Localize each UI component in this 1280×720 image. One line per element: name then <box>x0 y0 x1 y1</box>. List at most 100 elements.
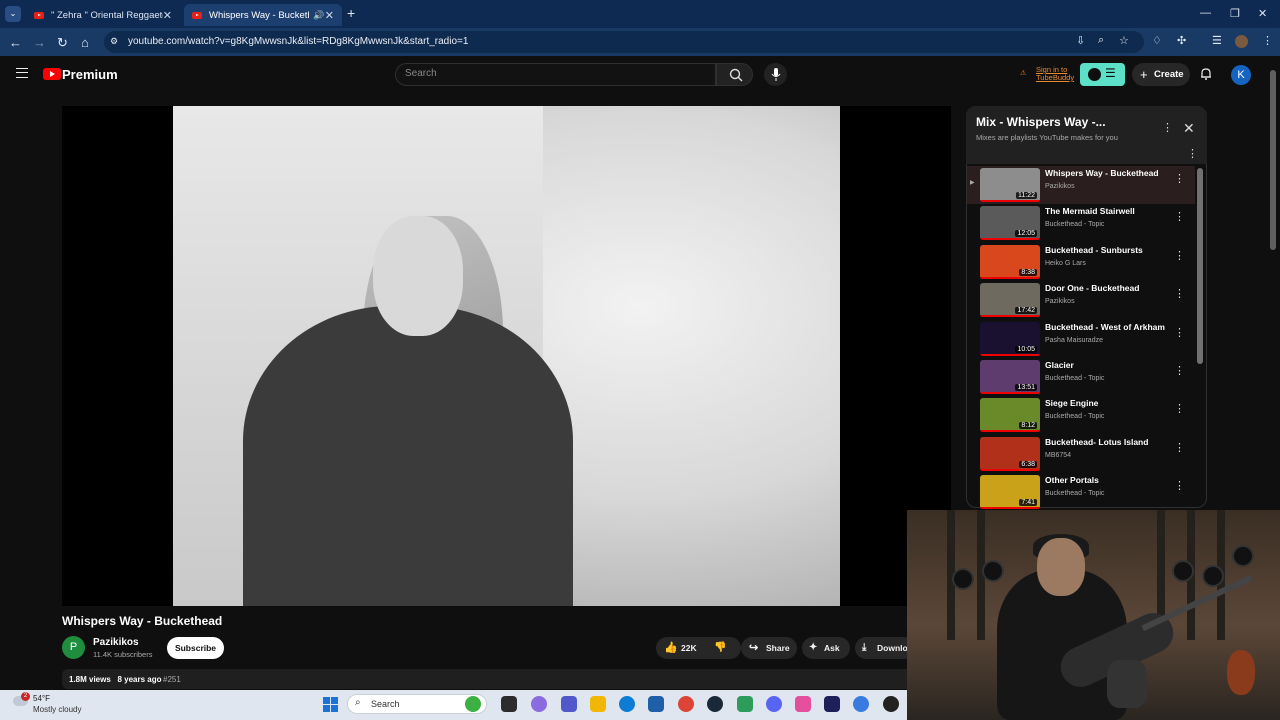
tab-search-dropdown-icon[interactable]: ⌄ <box>5 6 21 22</box>
playlist-thumbnail[interactable]: 8:12 <box>980 398 1040 433</box>
back-icon[interactable]: ← <box>9 35 22 50</box>
item-more-icon[interactable]: ⋮ <box>1174 287 1185 300</box>
playlist-item-title[interactable]: Buckethead - West of Arkham <box>1045 322 1175 332</box>
playlist-options-icon[interactable]: ⋮ <box>1187 147 1198 160</box>
windows-start-icon[interactable] <box>323 697 338 712</box>
item-more-icon[interactable]: ⋮ <box>1174 326 1185 339</box>
tubebuddy-button[interactable]: ☰ <box>1080 63 1125 86</box>
playlist-thumbnail[interactable]: 11:22 <box>980 168 1040 202</box>
video-frame-image[interactable] <box>173 106 840 606</box>
share-button[interactable]: ↪ Share <box>741 637 797 659</box>
playlist-thumbnail[interactable]: 17:42 <box>980 283 1040 318</box>
home-icon[interactable]: ⌂ <box>81 35 89 50</box>
playlist-item[interactable]: 6:38 Buckethead- Lotus Island MB6754 ⋮ <box>967 435 1195 473</box>
search-input[interactable] <box>395 63 716 86</box>
close-tab-icon[interactable]: ✕ <box>325 9 334 22</box>
like-button[interactable]: 👍 22K 👎 <box>656 637 741 659</box>
item-more-icon[interactable]: ⋮ <box>1174 172 1185 185</box>
reload-icon[interactable]: ↻ <box>57 35 68 51</box>
edge-browser-icon[interactable] <box>619 696 635 712</box>
download-button[interactable]: ⤓ Download <box>855 637 915 659</box>
taskview-app-icon[interactable] <box>501 696 517 712</box>
close-playlist-icon[interactable]: ✕ <box>1183 120 1195 137</box>
new-tab-icon[interactable]: + <box>347 5 355 21</box>
extension-icon[interactable]: ♢ <box>1152 34 1162 47</box>
weather-temperature[interactable]: 54°F <box>33 694 50 703</box>
install-app-icon[interactable]: ⇩ <box>1076 34 1085 47</box>
file-explorer-icon[interactable] <box>590 696 606 712</box>
close-window-icon[interactable]: ✕ <box>1258 7 1267 20</box>
profile-avatar-icon[interactable] <box>1235 35 1248 48</box>
playlist-thumbnail[interactable]: 8:38 <box>980 244 1040 279</box>
hamburger-menu-icon[interactable] <box>16 68 28 78</box>
playlist-item-title[interactable]: Siege Engine <box>1045 398 1175 408</box>
photos-app-icon[interactable] <box>795 696 811 712</box>
playlist-item[interactable]: 10:05 Buckethead - West of Arkham Pasha Ma… <box>967 320 1195 358</box>
search-button[interactable] <box>716 63 753 86</box>
channel-name[interactable]: Pazikikos <box>93 637 139 648</box>
playlist-item[interactable]: 12:05 The Mermaid Stairwell Buckethead - T… <box>967 204 1195 242</box>
bookmark-star-icon[interactable]: ☆ <box>1119 34 1129 47</box>
steam-app-icon[interactable] <box>707 696 723 712</box>
page-scrollbar[interactable] <box>1270 70 1276 250</box>
reading-list-icon[interactable]: ☰ <box>1212 34 1222 47</box>
store-app-icon[interactable] <box>648 696 664 712</box>
item-more-icon[interactable]: ⋮ <box>1174 249 1185 262</box>
media-player-icon[interactable] <box>883 696 899 712</box>
playlist-item[interactable]: ▶ 11:22 Whispers Way - Buckethead Pazikikos… <box>967 166 1195 204</box>
browser-tab-whispers-way[interactable]: Whispers Way - Buckethead 🔊 ✕ <box>184 4 342 26</box>
playlist-item[interactable]: 8:38 Buckethead - Sunbursts Heiko G Lars ⋮ <box>967 243 1195 281</box>
restore-icon[interactable]: ❐ <box>1230 7 1240 20</box>
ask-button[interactable]: ✦ Ask <box>802 637 850 659</box>
weather-condition[interactable]: Mostly cloudy <box>33 705 81 714</box>
playlist-item-title[interactable]: Door One - Buckethead <box>1045 283 1175 293</box>
playlist-item-title[interactable]: Other Portals <box>1045 475 1175 485</box>
channel-avatar[interactable]: P <box>62 636 85 659</box>
url-text[interactable]: youtube.com/watch?v=g8KgMwwsnJk&list=RDg… <box>128 36 468 47</box>
zoom-icon[interactable]: ⌕ <box>1098 34 1104 47</box>
item-more-icon[interactable]: ⋮ <box>1174 479 1185 492</box>
blue-app-icon[interactable] <box>853 696 869 712</box>
notifications-bell-icon[interactable] <box>1200 67 1212 80</box>
item-more-icon[interactable]: ⋮ <box>1174 210 1185 223</box>
site-info-icon[interactable]: ⚙ <box>110 36 118 47</box>
playlist-thumbnail[interactable]: 6:38 <box>980 436 1040 471</box>
hashtag-link[interactable]: #251 <box>163 675 181 684</box>
voice-search-button[interactable] <box>764 63 787 86</box>
playlist-thumbnail[interactable]: 10:05 <box>980 321 1040 356</box>
playlist-title[interactable]: Mix - Whispers Way -... <box>976 115 1106 129</box>
playlist-item[interactable]: 13:51 Glacier Buckethead - Topic ⋮ <box>967 358 1195 396</box>
playlist-item-title[interactable]: Buckethead - Sunbursts <box>1045 245 1175 255</box>
item-more-icon[interactable]: ⋮ <box>1174 402 1185 415</box>
playlist-scrollbar[interactable] <box>1197 168 1203 364</box>
copilot-app-icon[interactable] <box>465 696 481 712</box>
playlist-more-icon[interactable]: ⋮ <box>1162 121 1173 134</box>
chrome-app-icon[interactable] <box>678 696 694 712</box>
copilot-colorful-icon[interactable] <box>531 696 547 712</box>
browser-menu-icon[interactable]: ⋮ <box>1262 34 1273 47</box>
discord-app-icon[interactable] <box>766 696 782 712</box>
browser-tab-zehra[interactable]: " Zehra " Oriental Reggaeton Ty ✕ <box>26 4 180 26</box>
subscribe-button[interactable]: Subscribe <box>167 637 224 659</box>
playlist-item[interactable]: 8:12 Siege Engine Buckethead - Topic ⋮ <box>967 396 1195 434</box>
description-box[interactable] <box>62 669 922 689</box>
account-avatar[interactable]: K <box>1231 65 1251 85</box>
playlist-item-title[interactable]: Glacier <box>1045 360 1175 370</box>
teams-app-icon[interactable] <box>561 696 577 712</box>
thumbs-down-icon[interactable]: 👎 <box>714 637 726 659</box>
speaker-icon[interactable]: 🔊 <box>313 10 324 21</box>
green-app-icon[interactable] <box>737 696 753 712</box>
premiere-app-icon[interactable] <box>824 696 840 712</box>
playlist-item[interactable]: 17:42 Door One - Buckethead Pazikikos ⋮ <box>967 281 1195 319</box>
create-button[interactable]: + Create <box>1132 63 1190 86</box>
tubebuddy-signin-link[interactable]: ⚠ Sign in to TubeBuddy <box>1020 66 1074 82</box>
minimize-icon[interactable]: — <box>1200 7 1211 19</box>
playlist-item-title[interactable]: The Mermaid Stairwell <box>1045 206 1175 216</box>
item-more-icon[interactable]: ⋮ <box>1174 364 1185 377</box>
youtube-logo-icon[interactable] <box>43 68 61 80</box>
extensions-puzzle-icon[interactable]: ✣ <box>1177 34 1186 47</box>
playlist-thumbnail[interactable]: 7:41 <box>980 475 1040 510</box>
playlist-thumbnail[interactable]: 13:51 <box>980 360 1040 394</box>
playlist-item-title[interactable]: Whispers Way - Buckethead <box>1045 168 1175 178</box>
youtube-premium-logo[interactable]: Premium <box>62 67 118 82</box>
